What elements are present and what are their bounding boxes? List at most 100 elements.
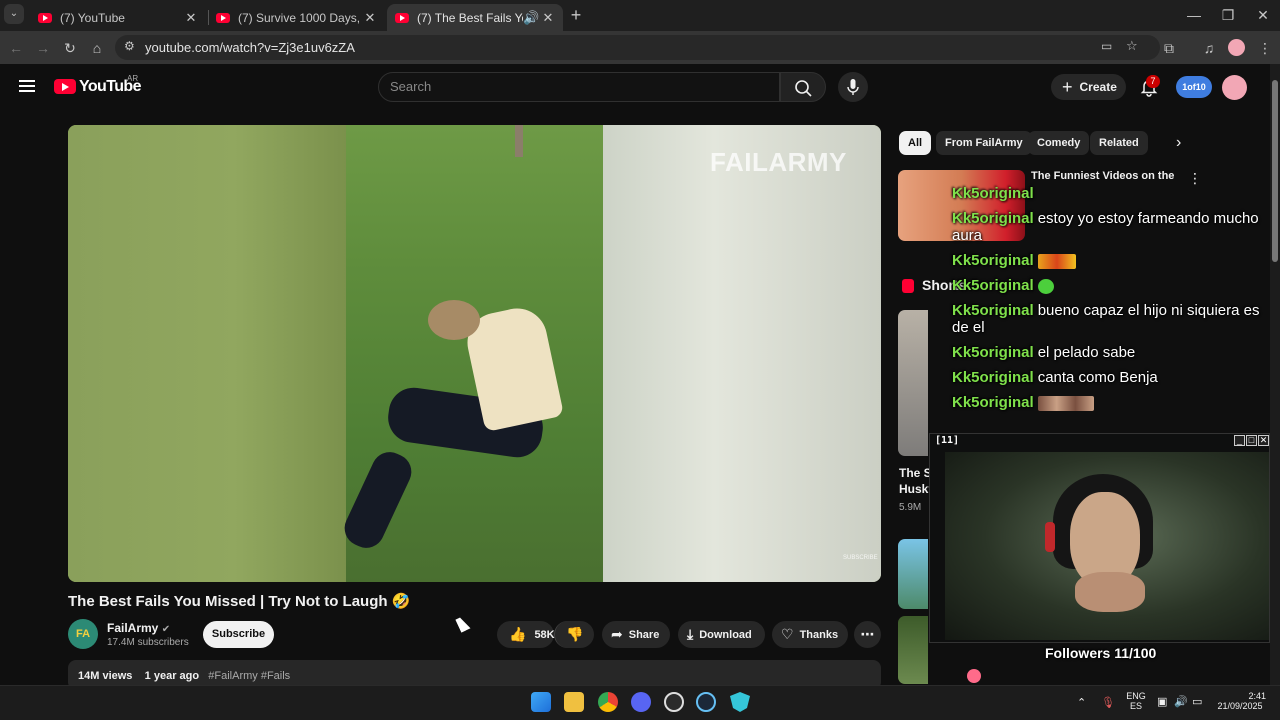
tab-search-button[interactable]: ⌄ xyxy=(4,4,24,24)
browser-tab-fails-active[interactable]: (7) The Best Fails You Missed 🔊 ✕ xyxy=(387,4,563,31)
share-button[interactable]: ➦ Share xyxy=(602,621,670,648)
media-control-icon[interactable]: ♫ xyxy=(1198,37,1220,59)
dislike-button[interactable]: 👎 xyxy=(554,621,594,648)
download-icon: ⤓ xyxy=(687,626,694,642)
address-url: youtube.com/watch?v=Zj3e1uv6zZA xyxy=(145,40,355,55)
forward-icon[interactable]: → xyxy=(32,37,54,59)
chip-comedy[interactable]: Comedy xyxy=(1028,131,1090,155)
browser-tab-youtube[interactable]: (7) YouTube ✕ xyxy=(30,4,206,31)
close-tab-icon[interactable]: ✕ xyxy=(363,10,377,26)
chrome-taskbar-icon[interactable] xyxy=(598,692,618,712)
search-input[interactable] xyxy=(390,79,770,94)
download-button[interactable]: ⤓ Download xyxy=(678,621,765,648)
chip-all[interactable]: All xyxy=(899,131,932,155)
browser-tab-strip: ⌄ (7) YouTube ✕ (7) Survive 1000 Days, W… xyxy=(0,0,1280,31)
address-bar[interactable]: ⚙ youtube.com/watch?v=Zj3e1uv6zZA ▭ ☆ xyxy=(115,35,1160,60)
chrome-menu-icon[interactable]: ⋮ xyxy=(1254,37,1276,59)
more-horizontal-icon: ⋯ xyxy=(860,626,875,642)
upload-age: 1 year ago xyxy=(144,670,200,682)
chip-related[interactable]: Related xyxy=(1090,131,1148,155)
download-label: Download xyxy=(699,628,752,641)
account-avatar[interactable] xyxy=(1222,75,1247,100)
clock[interactable]: 2:41 21/09/2025 xyxy=(1214,691,1266,711)
notification-count-badge: 7 xyxy=(1146,75,1160,88)
view-count: 14M views xyxy=(78,670,133,682)
tray-overflow-icon[interactable]: ⌃ xyxy=(1077,696,1086,709)
network-icon[interactable]: ▣ xyxy=(1157,695,1167,708)
webcam-maximize-icon[interactable]: □ xyxy=(1246,435,1257,446)
subscriber-count: 17.4M subscribers xyxy=(107,637,189,648)
restore-window-icon[interactable]: ❐ xyxy=(1217,4,1239,26)
battery-icon[interactable]: ▭ xyxy=(1192,695,1202,708)
channel-avatar[interactable]: FA xyxy=(68,619,98,649)
chat-message: Kk5original el pelado sabe xyxy=(952,344,1270,361)
tab-title: (7) YouTube xyxy=(60,10,125,25)
close-tab-icon[interactable]: ✕ xyxy=(541,10,555,26)
short-thumbnail[interactable] xyxy=(898,616,928,684)
minimize-window-icon[interactable]: — xyxy=(1183,4,1205,26)
bookmark-star-icon[interactable]: ☆ xyxy=(1126,38,1138,54)
chat-message: Kk5original xyxy=(952,252,1270,269)
cast-icon[interactable]: ▭ xyxy=(1101,39,1112,53)
discord-icon[interactable] xyxy=(631,692,651,712)
home-icon[interactable]: ⌂ xyxy=(86,37,108,59)
chat-username: Kk5original xyxy=(952,210,1034,227)
like-count: 58K xyxy=(534,628,555,641)
close-window-icon[interactable]: ✕ xyxy=(1252,4,1274,26)
tab-audio-icon[interactable]: 🔊 xyxy=(523,10,539,26)
obs-icon[interactable] xyxy=(664,692,684,712)
fire-emote-icon xyxy=(1037,253,1076,269)
like-button[interactable]: 👍 58K xyxy=(497,621,555,648)
language-top: ENG xyxy=(1126,691,1146,701)
recommended-title[interactable]: The Funniest Videos on the xyxy=(1031,170,1174,182)
scrollbar-thumb[interactable] xyxy=(1272,80,1278,262)
back-icon[interactable]: ← xyxy=(5,37,27,59)
headphones xyxy=(1045,522,1055,552)
chat-text: canta como Benja xyxy=(1037,369,1158,386)
video-meta: 14M views 1 year ago #FailArmy #Fails xyxy=(78,670,290,682)
subscribe-button[interactable]: Subscribe xyxy=(203,621,274,648)
short-thumbnail[interactable] xyxy=(898,310,928,456)
microphone-icon xyxy=(847,79,859,95)
chip-from-failarmy[interactable]: From FailArmy xyxy=(936,131,1032,155)
thanks-button[interactable]: ♡ Thanks xyxy=(772,621,848,648)
more-actions-button[interactable]: ⋯ xyxy=(854,621,881,648)
tray-mic-icon[interactable]: 🎙 xyxy=(1101,696,1115,709)
webcam-window-title: [11] xyxy=(935,435,960,446)
profile-avatar[interactable] xyxy=(1228,39,1245,56)
chat-username: Kk5original xyxy=(952,185,1034,202)
channel-name[interactable]: FailArmy ✔ xyxy=(107,621,170,635)
chips-next-chevron-icon[interactable]: › xyxy=(1176,134,1181,152)
chat-username: Kk5original xyxy=(952,252,1034,269)
windows-start-icon[interactable] xyxy=(531,692,551,712)
reload-icon[interactable]: ↻ xyxy=(59,37,81,59)
youtube-logo-icon[interactable] xyxy=(54,79,76,94)
file-explorer-icon[interactable] xyxy=(564,692,584,712)
video-player[interactable]: FAILARMY SUBSCRIBE xyxy=(68,125,881,582)
extensions-icon[interactable]: ⧉ xyxy=(1158,37,1180,59)
short-thumbnail[interactable] xyxy=(898,539,928,609)
search-button[interactable] xyxy=(780,72,826,102)
chat-username: Kk5original xyxy=(952,369,1034,386)
youtube-favicon-icon xyxy=(38,12,52,23)
site-info-icon[interactable]: ⚙ xyxy=(124,39,135,53)
voice-search-button[interactable] xyxy=(838,72,868,102)
create-button[interactable]: + Create xyxy=(1051,74,1126,100)
hamburger-menu-icon[interactable] xyxy=(19,80,35,82)
webcam-close-icon[interactable]: ✕ xyxy=(1258,435,1269,446)
new-tab-button[interactable]: + xyxy=(565,4,587,26)
close-tab-icon[interactable]: ✕ xyxy=(184,10,198,26)
channel-badge[interactable]: 1of10 xyxy=(1176,76,1212,98)
short-title-line1[interactable]: The S xyxy=(899,466,932,480)
browser-tab-survive[interactable]: (7) Survive 1000 Days, Win $10 ✕ xyxy=(208,4,385,31)
hashtags[interactable]: #FailArmy #Fails xyxy=(208,670,290,682)
subscribe-watermark[interactable]: SUBSCRIBE xyxy=(843,555,878,561)
stream-chat-overlay: Kk5original Kk5original estoy yo estoy fa… xyxy=(952,185,1270,425)
chat-message: Kk5original xyxy=(952,185,1270,202)
streamer-hands xyxy=(1075,572,1145,612)
webcam-minimize-icon[interactable]: _ xyxy=(1234,435,1245,446)
clock-date: 21/09/2025 xyxy=(1217,701,1263,711)
input-language[interactable]: ENG ES xyxy=(1124,691,1148,711)
steam-icon[interactable] xyxy=(696,692,716,712)
volume-icon[interactable]: 🔊 xyxy=(1174,695,1188,708)
